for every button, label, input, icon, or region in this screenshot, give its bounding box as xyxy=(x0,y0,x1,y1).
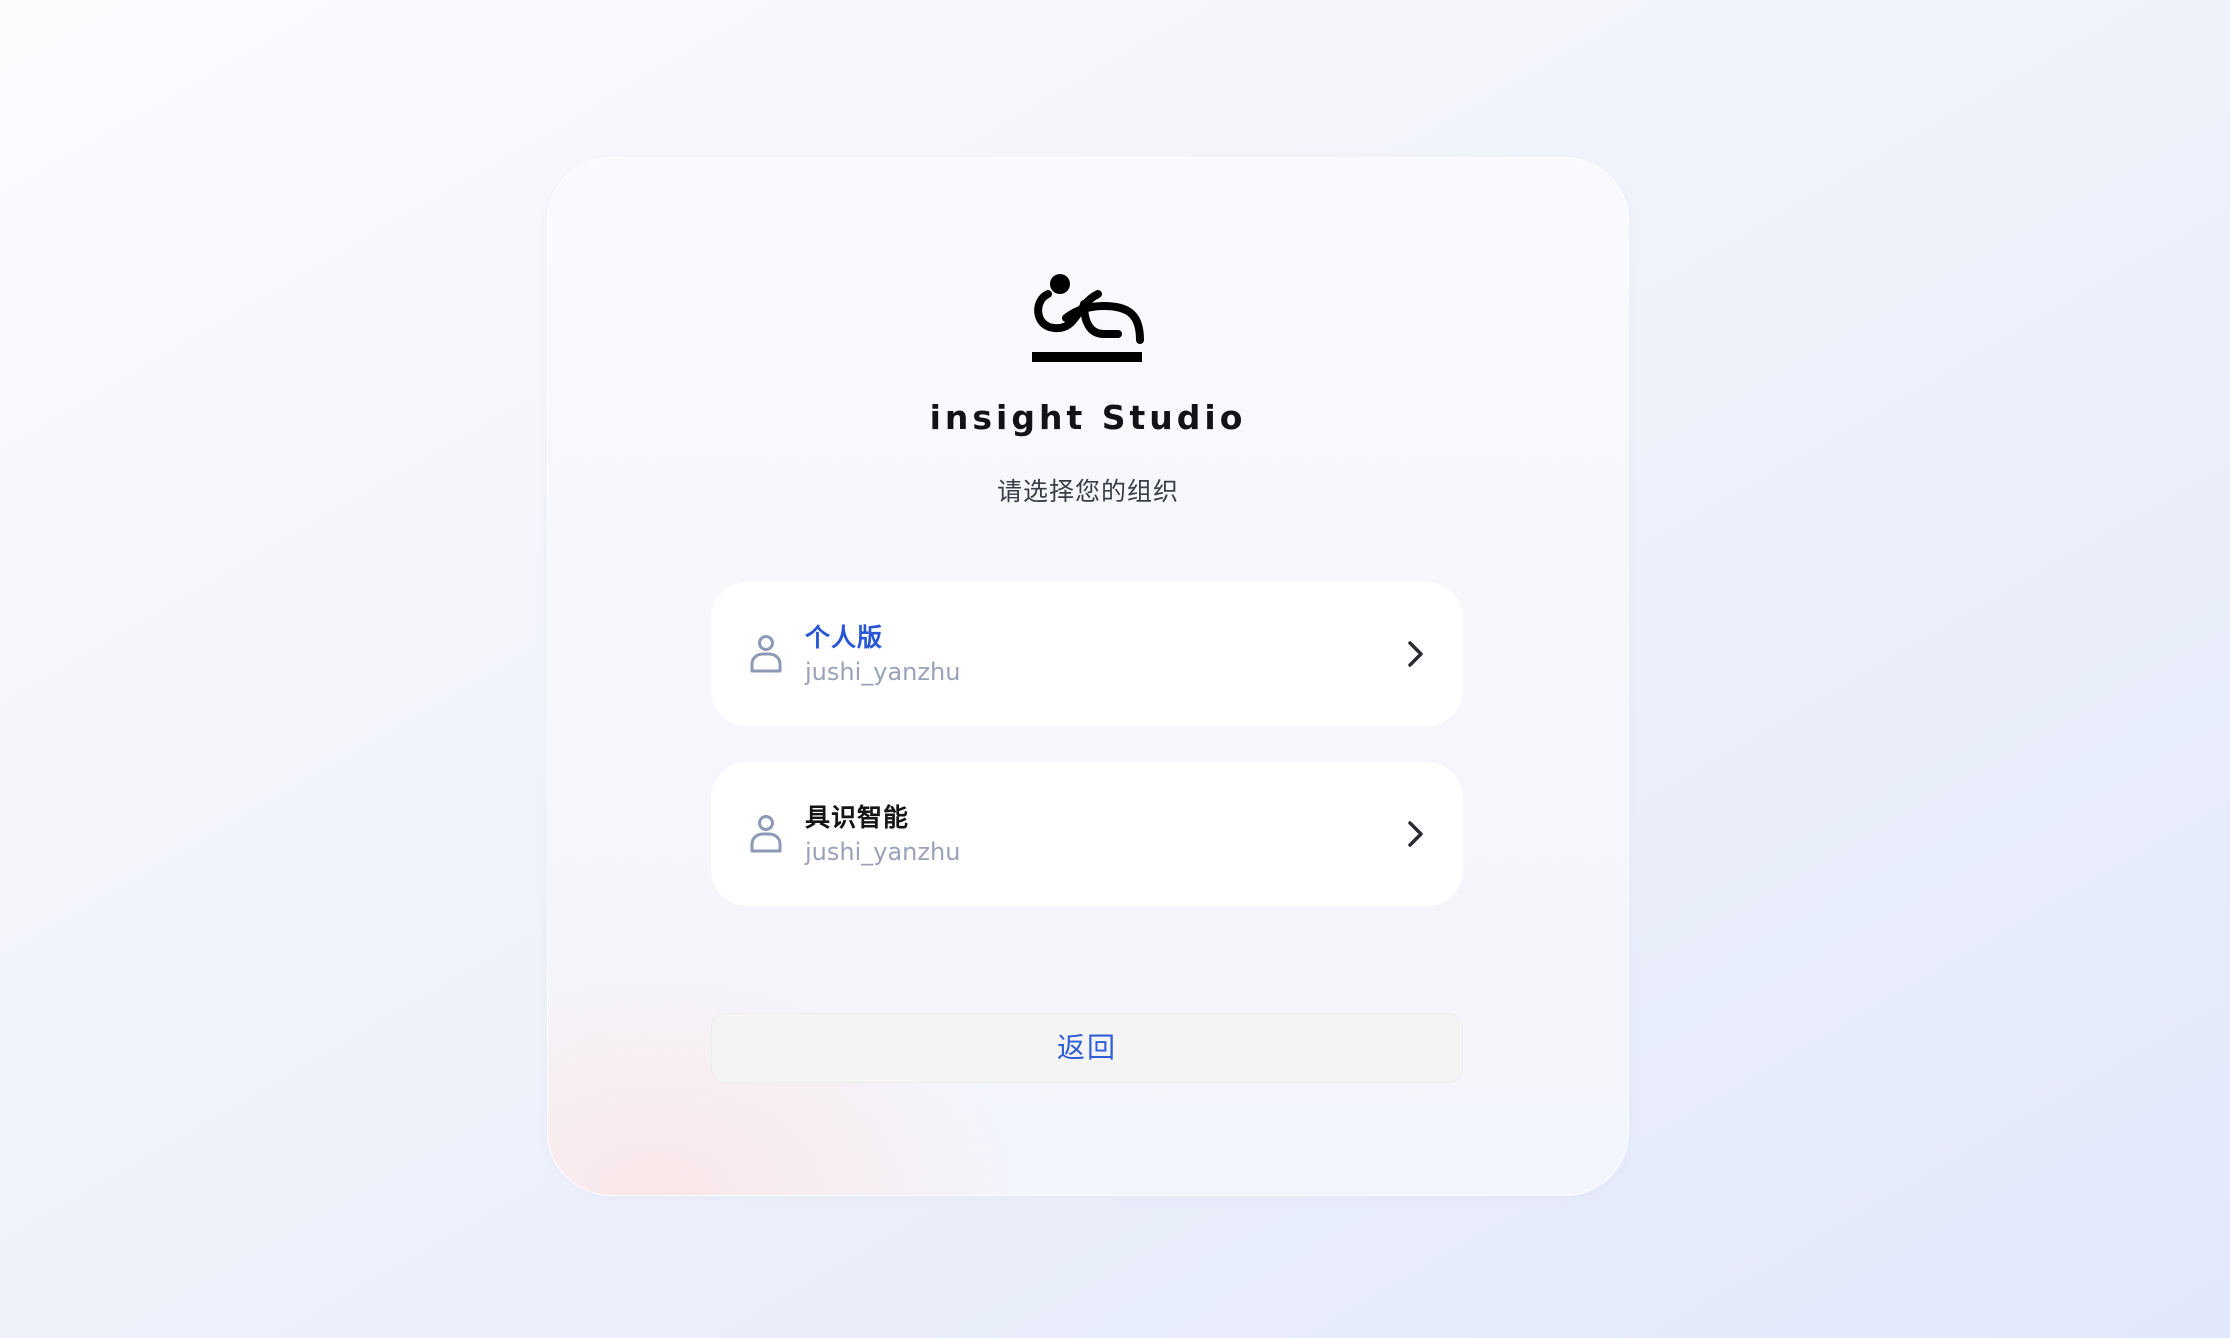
chevron-right-icon xyxy=(1408,641,1423,667)
brand-name: insight Studio xyxy=(929,398,1247,437)
org-item-personal[interactable]: 个人版 jushi_yanzhu xyxy=(711,582,1463,726)
person-icon xyxy=(750,635,782,673)
back-button[interactable]: 返回 xyxy=(711,1013,1463,1083)
org-name: 个人版 xyxy=(805,623,884,652)
person-icon xyxy=(750,815,782,853)
org-select-card: insight Studio 请选择您的组织 个人版 jushi_yanzhu … xyxy=(547,157,1629,1196)
org-username: jushi_yanzhu xyxy=(805,658,961,686)
org-item-jushi[interactable]: 具识智能 jushi_yanzhu xyxy=(711,762,1463,906)
org-name: 具识智能 xyxy=(805,803,910,832)
page-subtitle: 请选择您的组织 xyxy=(996,477,1179,506)
insight-studio-logo-icon xyxy=(1032,274,1144,362)
chevron-right-icon xyxy=(1408,821,1423,847)
org-username: jushi_yanzhu xyxy=(805,838,961,866)
